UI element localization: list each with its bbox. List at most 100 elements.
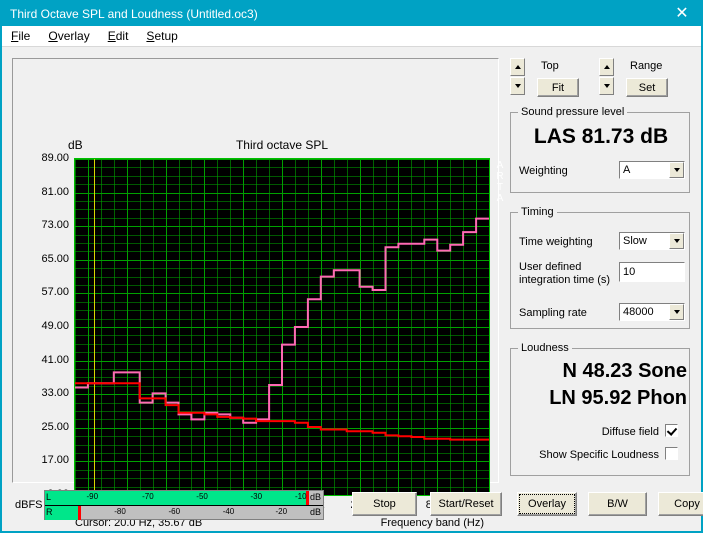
specific-loudness-label: Show Specific Loudness	[539, 449, 659, 461]
meter-tick-bot-0: -80	[114, 507, 126, 516]
time-weighting-select[interactable]: Slow	[619, 232, 685, 250]
menu-accel-overlay: O	[48, 29, 58, 43]
chevron-down-icon[interactable]	[669, 304, 684, 320]
plot-area[interactable]	[74, 158, 490, 496]
sampling-rate-value: 48000	[623, 306, 654, 318]
weighting-label: Weighting	[519, 165, 568, 177]
top-spinner[interactable]	[510, 58, 525, 95]
y-tick-7: 33.00	[41, 387, 69, 400]
right-panel: Top Fit Range Set Sound pressure level L…	[507, 55, 693, 525]
input-level-meter: L dB -90 -70 -50 -30 -10 R dB -80 -60 -4…	[44, 490, 324, 520]
menu-item-overlay[interactable]: Overlay	[39, 27, 98, 45]
spl-group-title: Sound pressure level	[518, 106, 628, 118]
sampling-rate-label: Sampling rate	[519, 307, 587, 319]
y-tick-6: 41.00	[41, 353, 69, 366]
dbfs-label: dBFS	[15, 499, 43, 511]
set-button[interactable]: Set	[626, 78, 668, 97]
y-axis-unit: dB	[68, 138, 83, 152]
range-spinner[interactable]	[599, 58, 614, 95]
y-tick-8: 25.00	[41, 420, 69, 433]
range-label: Range	[630, 60, 663, 72]
diffuse-field-checkbox[interactable]	[665, 424, 678, 437]
meter-channel-left: L	[46, 492, 52, 502]
y-tick-9: 17.00	[41, 454, 69, 467]
bw-button[interactable]: B/W	[588, 492, 647, 516]
loudness-sone-value: N 48.23 Sone	[562, 360, 687, 382]
meter-fill-left	[45, 491, 307, 505]
loudness-phon-value: LN 95.92 Phon	[549, 387, 687, 409]
meter-tick-bot-2: -40	[222, 507, 235, 516]
meter-row-left: L dB -90 -70 -50 -30 -10	[45, 491, 323, 506]
sampling-rate-select[interactable]: 48000	[619, 303, 685, 321]
menu-item-file[interactable]: File	[2, 27, 39, 45]
menu-bar: File Overlay Edit Setup	[2, 26, 701, 47]
y-tick-0: 89.00	[41, 152, 69, 164]
menu-label-overlay: verlay	[57, 29, 90, 43]
meter-unit-left: dB	[309, 492, 321, 502]
meter-tick-bot-3: -20	[275, 507, 288, 516]
meter-tick-top-1: -70	[142, 492, 154, 501]
meter-unit-right: dB	[309, 507, 321, 517]
close-icon[interactable]: ✕	[667, 2, 697, 26]
meter-row-right: R dB -80 -60 -40 -20	[45, 506, 323, 520]
fit-button[interactable]: Fit	[537, 78, 579, 97]
top-label: Top	[541, 60, 559, 72]
client-area: Third octave SPL dB 89.00 81.00 73.00 65.00…	[2, 47, 703, 531]
window-title: Third Octave SPL and Loudness (Untitled.…	[10, 7, 258, 21]
spl-value: LAS 81.73 dB	[533, 125, 669, 148]
integration-time-value: 10	[623, 266, 636, 278]
time-weighting-label: Time weighting	[519, 236, 593, 248]
weighting-value: A	[623, 164, 631, 176]
timing-group-title: Timing	[518, 206, 557, 218]
range-spinner-down[interactable]	[599, 77, 614, 95]
graph-panel: Third octave SPL dB 89.00 81.00 73.00 65.00…	[12, 58, 504, 529]
arta-watermark: ARTA	[494, 160, 506, 204]
meter-tick-top-3: -30	[250, 492, 263, 501]
menu-label-edit: dit	[115, 29, 129, 43]
loudness-group: Loudness N 48.23 Sone LN 95.92 Phon Diff…	[510, 342, 690, 476]
diffuse-field-label: Diffuse field	[601, 426, 659, 438]
meter-channel-right: R	[46, 507, 53, 517]
overlay-button[interactable]: Overlay	[517, 492, 577, 516]
arta-letter-2: T	[496, 182, 504, 193]
graph-title: Third octave SPL	[235, 138, 329, 152]
loudness-group-title: Loudness	[518, 342, 572, 354]
arta-letter-3: A	[496, 193, 504, 204]
chevron-down-icon[interactable]	[669, 233, 684, 249]
y-tick-4: 57.00	[41, 286, 69, 299]
y-tick-2: 73.00	[41, 219, 69, 232]
timing-group: Timing Time weighting Slow User defined …	[510, 206, 690, 329]
title-bar: Third Octave SPL and Loudness (Untitled.…	[2, 2, 701, 26]
main-window: Third Octave SPL and Loudness (Untitled.…	[0, 0, 703, 533]
plot-svg	[75, 159, 489, 495]
range-spinner-up[interactable]	[599, 58, 614, 76]
start-reset-button[interactable]: Start/Reset	[430, 492, 502, 516]
meter-tick-top-4: -10	[294, 492, 307, 501]
show-specific-loudness-checkbox[interactable]	[665, 447, 678, 460]
stop-button[interactable]: Stop	[352, 492, 417, 516]
menu-item-edit[interactable]: Edit	[99, 27, 138, 45]
arta-letter-1: R	[496, 171, 504, 182]
time-weighting-value: Slow	[623, 235, 647, 247]
arta-letter-0: A	[496, 160, 504, 171]
meter-peak-right	[78, 506, 82, 520]
chevron-down-icon[interactable]	[669, 162, 684, 178]
menu-label-setup: etup	[154, 29, 178, 43]
meter-tick-top-2: -50	[196, 492, 208, 501]
weighting-select[interactable]: A	[619, 161, 685, 179]
menu-accel-edit: E	[107, 29, 116, 43]
integration-time-label-line2: integration time (s)	[519, 274, 611, 286]
sound-pressure-level-group: Sound pressure level LAS 81.73 dB Weight…	[510, 106, 690, 193]
y-tick-5: 49.00	[41, 320, 69, 332]
copy-button[interactable]: Copy	[658, 492, 703, 516]
y-tick-1: 81.00	[41, 185, 69, 198]
top-spinner-up[interactable]	[510, 58, 525, 76]
menu-label-file: ile	[18, 29, 31, 43]
meter-tick-bot-1: -60	[168, 507, 181, 516]
top-spinner-down[interactable]	[510, 77, 525, 95]
integration-time-input[interactable]: 10	[619, 262, 685, 282]
menu-item-setup[interactable]: Setup	[137, 27, 186, 45]
meter-tick-top-0: -90	[86, 492, 99, 501]
integration-time-label-line1: User defined	[519, 261, 582, 273]
bottom-bar: dBFS L dB -90 -70 -50 -30 -10 R dB -80 -…	[2, 484, 703, 531]
